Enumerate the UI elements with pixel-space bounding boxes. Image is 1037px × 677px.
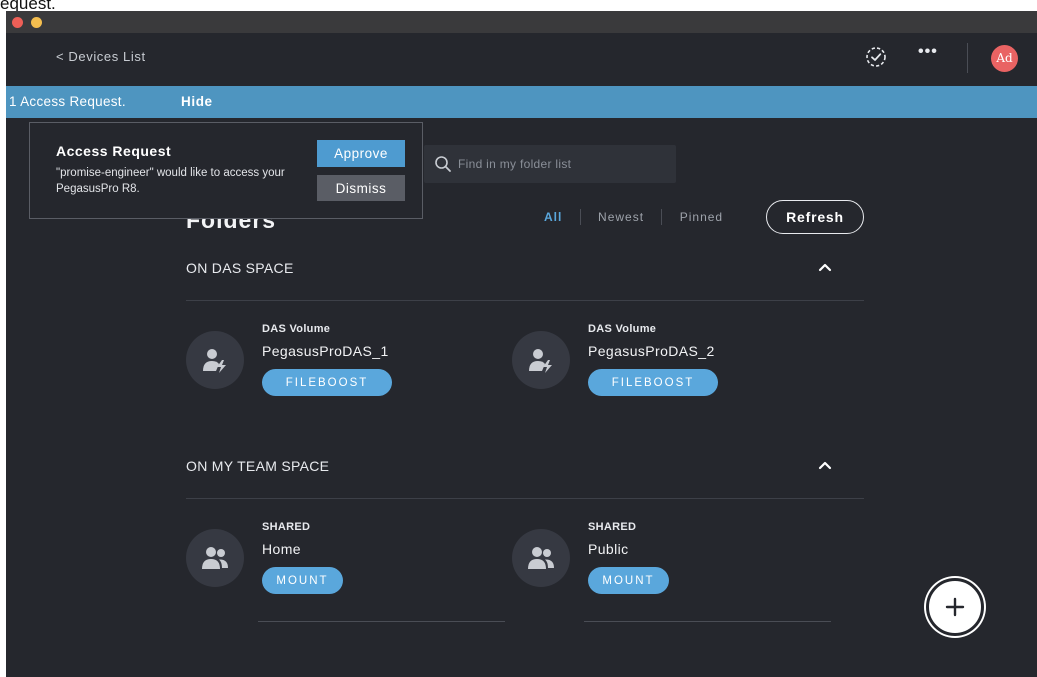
chevron-up-icon[interactable]	[818, 460, 832, 470]
card-kicker: SHARED	[262, 521, 311, 533]
refresh-button[interactable]: Refresh	[766, 200, 864, 234]
mount-button[interactable]: MOUNT	[588, 567, 669, 594]
fileboost-button[interactable]: FILEBOOST	[262, 369, 392, 396]
filter-divider	[661, 209, 663, 225]
hide-notice-button[interactable]: Hide	[181, 94, 213, 109]
card-kicker: DAS Volume	[262, 323, 331, 335]
filter-all[interactable]: All	[544, 210, 562, 224]
plus-icon	[945, 597, 965, 617]
status-check-icon[interactable]	[864, 45, 888, 69]
dismiss-button[interactable]: Dismiss	[317, 175, 405, 201]
popover-message: "promise-engineer" would like to access …	[56, 167, 285, 195]
minimize-window-button[interactable]	[31, 17, 42, 28]
search-icon	[435, 156, 451, 172]
section-das-space: ON DAS SPACE	[186, 260, 864, 290]
filter-pinned[interactable]: Pinned	[680, 210, 723, 224]
card-divider	[258, 621, 505, 622]
popover-title: Access Request	[56, 143, 172, 159]
notice-text: 1 Access Request.	[9, 94, 126, 109]
search-input[interactable]	[458, 145, 670, 183]
header-divider	[967, 43, 968, 73]
more-icon[interactable]: •••	[918, 43, 938, 61]
folder-card-pegasusprodas-2[interactable]: DAS Volume PegasusProDAS_2 FILEBOOST	[512, 323, 812, 433]
card-name: PegasusProDAS_2	[588, 343, 715, 359]
user-bolt-icon	[186, 331, 244, 389]
filter-divider	[579, 209, 581, 225]
group-icon	[186, 529, 244, 587]
card-name: Home	[262, 541, 301, 557]
group-icon	[512, 529, 570, 587]
card-kicker: DAS Volume	[588, 323, 657, 335]
title-bar	[6, 11, 1037, 33]
section-title: ON DAS SPACE	[186, 260, 294, 276]
approve-button[interactable]: Approve	[317, 140, 405, 167]
card-name: Public	[588, 541, 629, 557]
folder-card-home[interactable]: SHARED Home MOUNT	[186, 521, 505, 631]
section-divider	[186, 498, 864, 499]
section-divider	[186, 300, 864, 301]
folder-card-pegasusprodas-1[interactable]: DAS Volume PegasusProDAS_1 FILEBOOST	[186, 323, 486, 433]
fileboost-button[interactable]: FILEBOOST	[588, 369, 718, 396]
access-request-notice-bar: 1 Access Request. Hide	[6, 86, 1037, 118]
section-team-space: ON MY TEAM SPACE	[186, 458, 864, 488]
card-name: PegasusProDAS_1	[262, 343, 389, 359]
mount-button[interactable]: MOUNT	[262, 567, 343, 594]
folder-filters: All Newest Pinned	[544, 209, 723, 225]
card-kicker: SHARED	[588, 521, 637, 533]
filter-newest[interactable]: Newest	[598, 210, 644, 224]
folder-search	[424, 145, 676, 183]
app-header: < Devices List ••• Ad	[6, 33, 1037, 83]
section-title: ON MY TEAM SPACE	[186, 458, 330, 474]
folder-card-public[interactable]: SHARED Public MOUNT	[512, 521, 831, 631]
add-folder-button[interactable]	[926, 578, 984, 636]
app-window: < Devices List ••• Ad 1 Access Request. …	[6, 11, 1037, 677]
close-window-button[interactable]	[12, 17, 23, 28]
avatar[interactable]: Ad	[991, 45, 1018, 72]
chevron-up-icon[interactable]	[818, 262, 832, 272]
back-to-devices-link[interactable]: < Devices List	[56, 49, 146, 64]
access-request-popover: Access Request "promise-engineer" would …	[29, 122, 423, 219]
user-bolt-icon	[512, 331, 570, 389]
card-divider	[584, 621, 831, 622]
